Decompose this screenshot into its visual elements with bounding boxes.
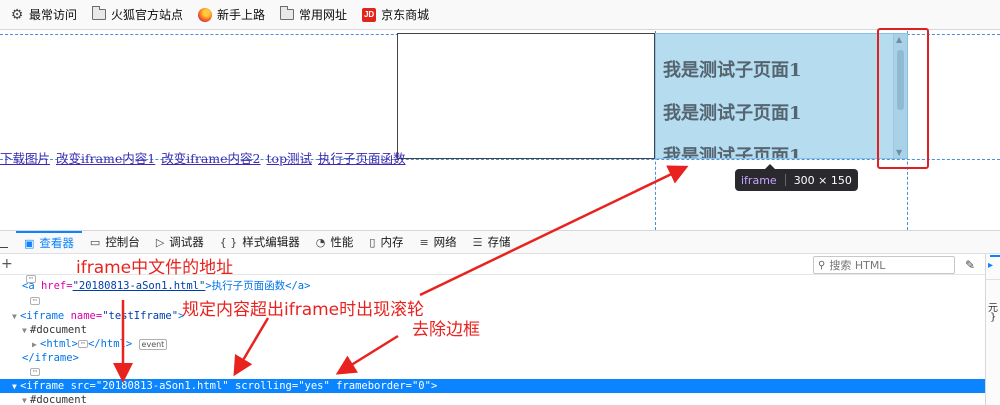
download-image-link[interactable]: 下载图片: [0, 151, 50, 166]
debugger-icon: ▷: [155, 235, 165, 249]
markup-node[interactable]: ⋯: [0, 365, 985, 379]
markup-node-iframe-close[interactable]: </iframe>: [0, 351, 985, 365]
test-iframe[interactable]: [397, 33, 655, 159]
tab-memory[interactable]: ▯ 内存: [361, 231, 411, 254]
folder-icon: [279, 6, 295, 22]
change-iframe-content-1-link[interactable]: 改变iframe内容1: [56, 151, 155, 166]
scrollbar-highlight-box: [877, 28, 929, 169]
memory-icon: ▯: [369, 235, 376, 249]
bookmark-most-visited[interactable]: ⚙ 最常访问: [4, 3, 82, 27]
folder-icon: [91, 6, 107, 22]
tab-performance[interactable]: ◔ 性能: [308, 231, 362, 254]
tab-console[interactable]: ▭ 控制台: [82, 231, 148, 254]
bookmark-common-sites[interactable]: 常用网址: [274, 3, 352, 27]
tooltip-tag: iframe: [741, 173, 777, 187]
annotation-file-address: iframe中文件的地址: [76, 258, 234, 278]
tab-network[interactable]: ≡ 网络: [411, 231, 464, 254]
element-picker-icon[interactable]: [0, 236, 8, 248]
child-page-text: 我是测试子页面1: [663, 146, 802, 159]
expand-toggle-icon: ▼: [22, 396, 27, 405]
bookmark-jd[interactable]: JD 京东商城: [356, 3, 434, 27]
bookmark-label: 京东商城: [381, 8, 430, 22]
bookmark-label: 新手上路: [217, 8, 266, 22]
side-panel-text: }: [990, 312, 997, 323]
event-badge[interactable]: event: [138, 338, 168, 350]
bookmark-label: 火狐官方站点: [111, 8, 184, 22]
eyedropper-icon[interactable]: ✎: [965, 258, 975, 272]
annotation-remove-border: 去除边框: [412, 320, 480, 340]
markup-node-iframe-selected[interactable]: ▼ <iframe src="20180813-aSon1.html" scrol…: [0, 379, 985, 393]
performance-icon: ◔: [315, 235, 326, 249]
bookmark-label: 最常访问: [29, 8, 78, 22]
run-child-function-link[interactable]: 执行子页面函数: [318, 151, 406, 166]
child-iframe-highlighted[interactable]: 我是测试子页面1 我是测试子页面1 我是测试子页面1 ▲ ▼: [655, 33, 908, 159]
expand-toggle-icon: ▼: [12, 312, 17, 321]
bookmark-getting-started[interactable]: 新手上路: [192, 3, 270, 27]
markup-tree: ⋯ <a href="20180813-aSon1.html">执行子页面函数<…: [0, 275, 985, 405]
bookmark-label: 常用网址: [299, 8, 348, 22]
markup-node-html[interactable]: ▶ <html> ⋯ </html> event: [0, 337, 985, 351]
annotation-scrollbar-rule: 规定内容超出iframe时出现滚轮: [182, 300, 425, 320]
markup-node[interactable]: ⋯: [0, 294, 985, 308]
network-icon: ≡: [419, 235, 429, 249]
add-node-icon[interactable]: +: [1, 256, 13, 272]
console-icon: ▭: [89, 235, 101, 249]
tab-style-editor[interactable]: { } 样式编辑器: [212, 231, 308, 254]
bookmarks-toolbar: ⚙ 最常访问 火狐官方站点 新手上路 常用网址 JD 京东商城: [0, 0, 1000, 30]
firefox-icon: [197, 7, 213, 22]
expand-toggle-icon: ▼: [22, 326, 27, 335]
markup-node-document[interactable]: ▼ #document: [0, 323, 985, 337]
rules-side-panel: ▸ 元 }: [985, 254, 1000, 405]
page-viewport: 下载图片 改变iframe内容1 改变iframe内容2 top测试 执行子页面…: [0, 28, 1000, 230]
devtools-toolbar: ▣ 查看器 ▭ 控制台 ▷ 调试器 { } 样式编辑器 ◔ 性能 ▯ 内存 ≡ …: [0, 230, 1000, 254]
side-tab-icon[interactable]: ▸: [988, 260, 993, 271]
style-editor-icon: { }: [219, 235, 238, 249]
gear-icon: ⚙: [10, 6, 24, 23]
search-icon: ⚲: [818, 259, 826, 271]
bookmark-firefox-official[interactable]: 火狐官方站点: [86, 3, 188, 27]
storage-icon: ☰: [472, 235, 483, 249]
markup-node-document[interactable]: ▼ #document: [0, 393, 985, 405]
tab-inspector[interactable]: ▣ 查看器: [16, 230, 82, 254]
change-iframe-content-2-link[interactable]: 改变iframe内容2: [161, 151, 260, 166]
child-page-text: 我是测试子页面1: [663, 103, 802, 124]
expand-toggle-icon: ▼: [12, 382, 17, 391]
markup-node-a[interactable]: <a href="20180813-aSon1.html">执行子页面函数</a…: [0, 279, 985, 293]
top-test-link[interactable]: top测试: [267, 151, 313, 166]
jd-logo-icon: JD: [361, 7, 377, 22]
inspector-icon: ▣: [24, 236, 35, 250]
child-page-text: 我是测试子页面1: [663, 60, 802, 81]
collapse-toggle-icon: ▶: [32, 340, 37, 349]
link-row: 下载图片 改变iframe内容1 改变iframe内容2 top测试 执行子页面…: [0, 148, 408, 167]
element-size-tooltip: iframe 300 × 150: [735, 164, 858, 191]
tooltip-size: 300 × 150: [793, 173, 852, 187]
tab-debugger[interactable]: ▷ 调试器: [148, 231, 212, 254]
tab-storage[interactable]: ☰ 存储: [465, 231, 519, 254]
markup-node-iframe-test[interactable]: ▼ <iframe name="testIframe">: [0, 309, 985, 323]
